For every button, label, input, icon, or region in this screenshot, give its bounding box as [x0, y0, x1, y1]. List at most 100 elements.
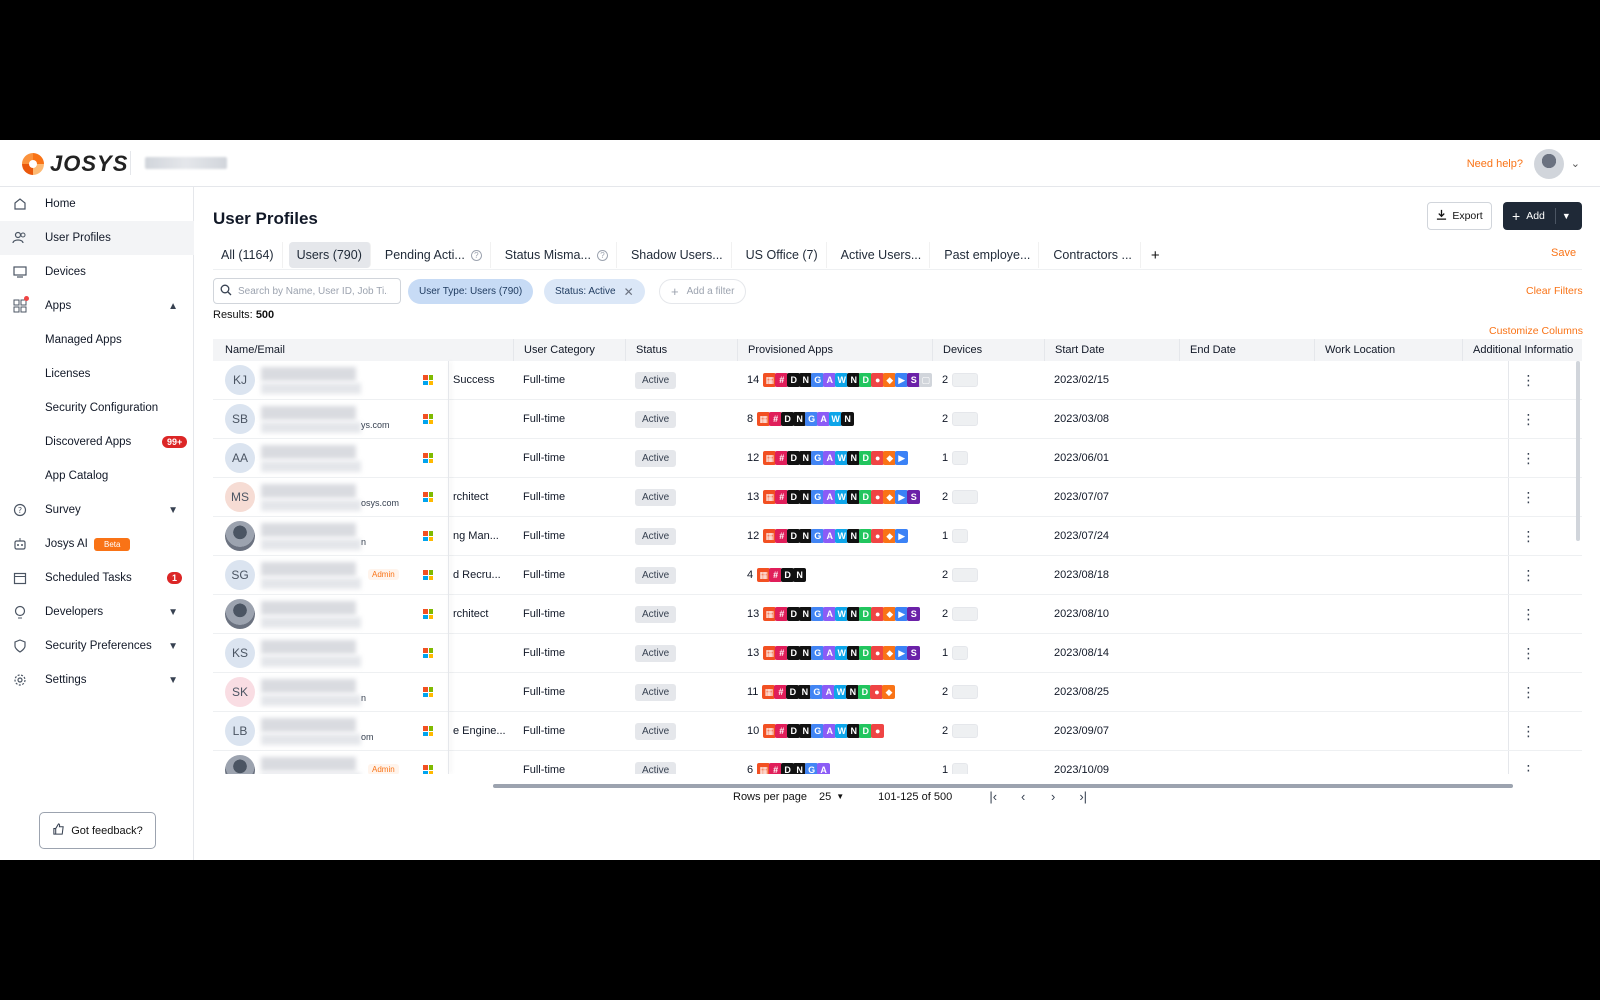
chevron-down-icon[interactable]: ▼ [168, 641, 178, 652]
column-header-work-location[interactable]: Work Location [1314, 339, 1462, 361]
avatar[interactable] [225, 599, 255, 629]
column-header-name-email[interactable]: Name/Email [213, 339, 453, 361]
avatar[interactable]: SG [225, 560, 255, 590]
devices-cell[interactable]: 2 [942, 595, 979, 633]
tab-shadow-users[interactable]: Shadow Users... [623, 242, 732, 268]
table-row[interactable]: MS osys.com rchitect Full-time Active 13 ▦ # D N G… [213, 478, 1582, 517]
app-logo-icon[interactable]: ◆ [882, 685, 896, 699]
provisioned-apps-cell[interactable]: 6 ▦ # D N G A [747, 751, 932, 774]
add-button[interactable]: + Add ▼ [1503, 202, 1582, 230]
devices-cell[interactable]: 2 [942, 361, 979, 399]
sidebar-item-apps[interactable]: Apps ▲ [0, 289, 194, 323]
avatar[interactable]: SK [225, 677, 255, 707]
chevron-up-icon[interactable]: ▲ [168, 301, 178, 312]
devices-cell[interactable]: 1 [942, 634, 969, 672]
app-logo-icon[interactable]: S [907, 607, 921, 621]
sidebar-item-scheduled-tasks[interactable]: Scheduled Tasks 1 [0, 561, 194, 595]
devices-cell[interactable]: 2 [942, 478, 979, 516]
row-actions-icon[interactable]: ⋮ [1508, 712, 1548, 750]
josys-logo[interactable]: JOSYS [22, 151, 128, 177]
table-row[interactable]: SG Admin d Recru... Full-time Active 4 ▦ # D N 2 20… [213, 556, 1582, 595]
tab-contractors[interactable]: Contractors ... [1045, 242, 1141, 268]
last-page-icon[interactable]: ›| [1068, 789, 1098, 804]
sidebar-item-security-configuration[interactable]: Security Configuration [0, 391, 194, 425]
tab-active-users[interactable]: Active Users... [833, 242, 931, 268]
vertical-scrollbar[interactable] [1576, 361, 1580, 541]
tab-all[interactable]: All (1164) [213, 242, 283, 268]
avatar[interactable]: SB [225, 404, 255, 434]
sidebar-item-managed-apps[interactable]: Managed Apps [0, 323, 194, 357]
provisioned-apps-cell[interactable]: 4 ▦ # D N [747, 556, 932, 594]
sidebar-item-user-profiles[interactable]: User Profiles [0, 221, 194, 255]
provisioned-apps-cell[interactable]: 10 ▦ # D N G A W N D ● [747, 712, 932, 750]
search-box[interactable] [213, 278, 401, 304]
app-logo-icon[interactable]: ▶ [895, 451, 909, 465]
app-logo-icon[interactable]: A [817, 763, 831, 774]
devices-cell[interactable]: 2 [942, 712, 979, 750]
sidebar-item-survey[interactable]: ? Survey ▼ [0, 493, 194, 527]
sidebar-item-app-catalog[interactable]: App Catalog [0, 459, 194, 493]
table-row[interactable]: LB om e Engine... Full-time Active 10 ▦ # D N G A W N… [213, 712, 1582, 751]
need-help-link[interactable]: Need help? [1467, 158, 1523, 170]
add-tab-icon[interactable]: + [1147, 242, 1164, 268]
close-icon[interactable]: ✕ [624, 285, 634, 299]
devices-cell[interactable]: 2 [942, 556, 979, 594]
devices-cell[interactable]: 2 [942, 400, 979, 438]
sidebar-item-home[interactable]: Home [0, 187, 194, 221]
table-row[interactable]: KJ Success Full-time Active 14 ▦ # D N G A W N D ● ◆ ▶ S ▢… [213, 361, 1582, 400]
avatar[interactable] [225, 521, 255, 551]
row-actions-icon[interactable]: ⋮ [1508, 478, 1548, 516]
avatar[interactable]: AA [225, 443, 255, 473]
sidebar-item-devices[interactable]: Devices [0, 255, 194, 289]
sidebar-item-josys-ai[interactable]: Josys AI Beta [0, 527, 194, 561]
row-actions-icon[interactable]: ⋮ [1508, 361, 1548, 399]
column-header-end-date[interactable]: End Date [1179, 339, 1314, 361]
tab-past-employees[interactable]: Past employe... [936, 242, 1040, 268]
app-logo-icon[interactable]: ▶ [895, 529, 909, 543]
horizontal-scrollbar[interactable] [493, 784, 1513, 788]
avatar[interactable]: LB [225, 716, 255, 746]
column-header-devices[interactable]: Devices [932, 339, 1044, 361]
tab-pending-actions[interactable]: Pending Acti...? [377, 242, 491, 268]
row-actions-icon[interactable]: ⋮ [1508, 556, 1548, 594]
sidebar-item-licenses[interactable]: Licenses [0, 357, 194, 391]
tab-status-mismatch[interactable]: Status Misma...? [497, 242, 617, 268]
avatar[interactable]: KJ [225, 365, 255, 395]
chevron-down-icon[interactable]: ▼ [168, 675, 178, 686]
provisioned-apps-cell[interactable]: 13 ▦ # D N G A W N D ● ◆ ▶ S [747, 478, 932, 516]
rows-per-page-select[interactable]: 25 ▼ [819, 791, 844, 803]
next-page-icon[interactable]: › [1038, 789, 1068, 804]
provisioned-apps-cell[interactable]: 11 ▦ # D N G A W N D ● ◆ [747, 673, 932, 711]
filter-chip-status[interactable]: Status: Active ✕ [544, 279, 645, 304]
column-header-user-category[interactable]: User Category [513, 339, 625, 361]
avatar[interactable]: MS [225, 482, 255, 512]
column-header-additional-information[interactable]: Additional Informatio [1462, 339, 1582, 361]
app-logo-icon[interactable]: ● [871, 724, 885, 738]
avatar[interactable]: KS [225, 638, 255, 668]
first-page-icon[interactable]: |‹ [978, 789, 1008, 804]
row-actions-icon[interactable]: ⋮ [1508, 400, 1548, 438]
chevron-down-icon[interactable]: ⌄ [1571, 157, 1580, 170]
table-row[interactable]: rchitect Full-time Active 13 ▦ # D N G A W N D ● ◆ ▶ S 2 2… [213, 595, 1582, 634]
row-actions-icon[interactable]: ⋮ [1508, 595, 1548, 633]
column-header-provisioned-apps[interactable]: Provisioned Apps [737, 339, 932, 361]
column-header-start-date[interactable]: Start Date [1044, 339, 1179, 361]
row-actions-icon[interactable]: ⋮ [1508, 751, 1548, 774]
devices-cell[interactable]: 2 [942, 673, 979, 711]
user-avatar[interactable] [1534, 149, 1564, 179]
devices-cell[interactable]: 1 [942, 517, 969, 555]
export-button[interactable]: Export [1427, 202, 1492, 230]
app-logo-icon[interactable]: N [793, 568, 807, 582]
chevron-down-icon[interactable]: ▼ [168, 607, 178, 618]
help-icon[interactable]: ? [596, 249, 608, 261]
avatar[interactable] [225, 755, 255, 774]
clear-filters-link[interactable]: Clear Filters [1526, 285, 1583, 297]
devices-cell[interactable]: 1 [942, 751, 969, 774]
provisioned-apps-cell[interactable]: 8 ▦ # D N G A W N [747, 400, 932, 438]
app-logo-icon[interactable]: S [907, 490, 921, 504]
row-actions-icon[interactable]: ⋮ [1508, 439, 1548, 477]
tab-users[interactable]: Users (790) [288, 242, 371, 268]
app-logo-icon[interactable]: S [907, 646, 921, 660]
provisioned-apps-cell[interactable]: 14 ▦ # D N G A W N D ● ◆ ▶ S ▢ [747, 361, 933, 399]
customize-columns-link[interactable]: Customize Columns [1489, 325, 1583, 337]
